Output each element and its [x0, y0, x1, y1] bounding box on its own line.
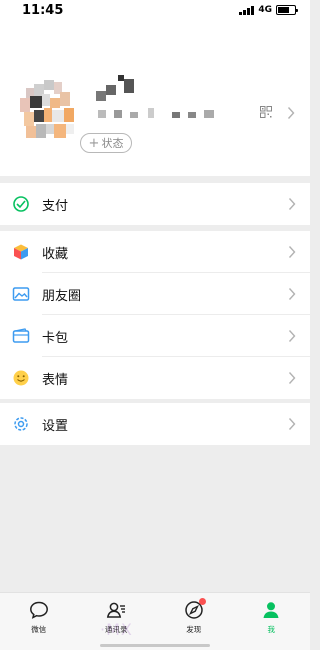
status-bar: 11:45 4G [0, 0, 310, 22]
chevron-right-icon [288, 288, 296, 300]
menu-item-stickers[interactable]: 表情 [0, 357, 310, 399]
person-icon [263, 602, 279, 618]
tab-me[interactable]: 我 [233, 593, 311, 650]
tab-label-discover: 发现 [186, 625, 202, 634]
status-indicators: 4G [239, 5, 298, 15]
menu-label-favorites: 收藏 [42, 246, 69, 262]
profile-header[interactable]: + 状态 [0, 22, 310, 176]
pay-check-icon [13, 196, 29, 212]
battery-icon [276, 5, 298, 15]
signal-icon [239, 5, 255, 15]
settings-section: 设置 [0, 403, 310, 445]
menu-label-stickers: 表情 [42, 372, 69, 388]
menu-item-settings[interactable]: 设置 [0, 403, 310, 445]
chat-bubble-icon [29, 601, 48, 619]
network-type: 4G [258, 5, 272, 15]
chevron-right-icon [288, 246, 296, 258]
contacts-icon [107, 602, 126, 618]
notification-badge [198, 598, 206, 605]
home-indicator [100, 644, 210, 647]
avatar[interactable] [20, 80, 76, 142]
menu-label-settings: 设置 [42, 418, 69, 434]
menu-item-pay[interactable]: 支付 [0, 183, 310, 225]
chevron-right-icon [287, 107, 295, 119]
chevron-right-icon [288, 198, 296, 210]
menu-item-moments[interactable]: 朋友圈 [0, 273, 310, 315]
tab-contacts[interactable]: 通讯录 [78, 593, 156, 650]
card-icon [12, 328, 30, 343]
tab-label-contacts: 通讯录 [105, 625, 128, 634]
tab-chats[interactable]: 微信 [0, 593, 78, 650]
smiley-icon [13, 370, 29, 386]
tab-label-me: 我 [267, 625, 276, 634]
status-label: 状态 [101, 137, 124, 150]
gear-icon [14, 417, 28, 431]
qr-code-icon[interactable] [260, 106, 272, 118]
menu-label-pay: 支付 [42, 198, 69, 214]
picture-icon [12, 287, 30, 301]
add-status-button[interactable]: + 状态 [80, 133, 132, 153]
nickname-mosaic [92, 75, 242, 109]
pay-section: 支付 [0, 183, 310, 225]
wechat-id-mosaic [92, 108, 242, 120]
tab-label-chats: 微信 [31, 625, 47, 634]
content-section: 收藏 朋友圈 卡包 表情 [0, 231, 310, 399]
plus-icon: + [88, 135, 100, 151]
cube-icon [14, 244, 28, 260]
menu-label-moments: 朋友圈 [42, 288, 82, 304]
tab-discover[interactable]: 发现 [155, 593, 233, 650]
chevron-right-icon [288, 418, 296, 430]
chevron-right-icon [288, 372, 296, 384]
menu-item-cards[interactable]: 卡包 [0, 315, 310, 357]
menu-label-cards: 卡包 [42, 330, 69, 346]
menu-item-favorites[interactable]: 收藏 [0, 231, 310, 273]
chevron-right-icon [288, 330, 296, 342]
status-time: 11:45 [22, 3, 64, 18]
tab-bar: 微信 通讯录 发现 我 [0, 592, 310, 650]
